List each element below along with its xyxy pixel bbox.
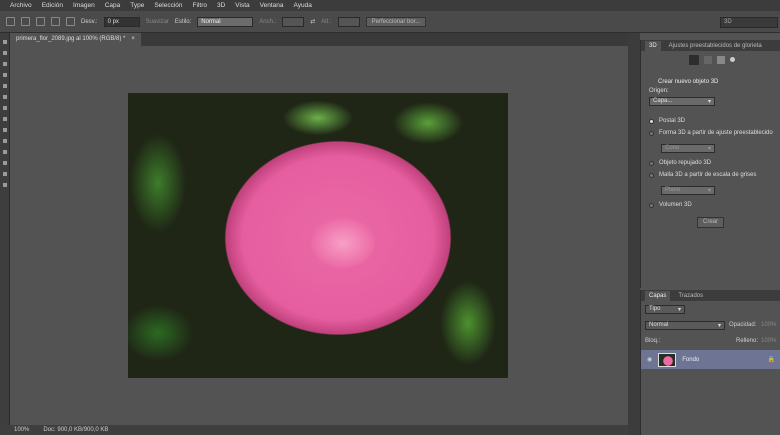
option-label: Malla 3D a partir de escala de grises	[659, 172, 757, 178]
pen-tool-icon[interactable]	[3, 150, 7, 154]
tab-3d[interactable]: 3D	[645, 40, 661, 51]
tab-capas[interactable]: Capas	[645, 290, 671, 301]
options-bar: Desv.: 0 px Suavizar Estilo: Normal Anch…	[0, 11, 780, 33]
eyedropper-tool-icon[interactable]	[3, 95, 7, 99]
option-label: Forma 3D a partir de ajuste preestableci…	[659, 130, 773, 136]
quick-select-tool-icon[interactable]	[3, 73, 7, 77]
height-label: Alt.:	[321, 18, 332, 25]
option-label: Objeto repujado 3D	[659, 160, 712, 166]
menu-imagen[interactable]: Imagen	[73, 2, 95, 9]
document-tab[interactable]: primera_flor_2089.jpg al 100% (RGB/8) * …	[10, 33, 141, 46]
new-selection-icon[interactable]	[21, 17, 30, 26]
style-select[interactable]: Normal	[197, 16, 254, 27]
menu-archivo[interactable]: Archivo	[10, 2, 32, 9]
kind-value: Tipo	[649, 306, 661, 312]
opacity-input[interactable]: 100%	[761, 322, 776, 328]
radio-postal[interactable]	[649, 118, 654, 124]
3d-panel: 3D Ajustes preestablecidos de glorieta C…	[640, 40, 780, 288]
close-tab-icon[interactable]: ×	[131, 36, 135, 43]
workspace-select[interactable]: 3D	[720, 17, 778, 28]
material-icon[interactable]	[717, 56, 725, 64]
gradient-tool-icon[interactable]	[3, 139, 7, 143]
fill-input[interactable]: 100%	[761, 338, 776, 344]
refine-edge-button[interactable]: Perfeccionar bor...	[365, 16, 427, 27]
feather-input[interactable]: 0 px	[103, 16, 140, 27]
preset-mesh-select[interactable]: Plano ▾	[661, 186, 715, 195]
crop-tool-icon[interactable]	[3, 84, 7, 88]
origin-select[interactable]: Capa... ▾	[649, 97, 715, 106]
width-label: Anch.:	[259, 18, 277, 25]
kind-filter[interactable]: Tipo ▾	[645, 305, 685, 314]
preset-shape-select[interactable]: Cono ▾	[661, 144, 715, 153]
origin-value: Capa...	[653, 98, 673, 104]
create-button[interactable]: Crear	[697, 217, 725, 228]
intersect-selection-icon[interactable]	[66, 17, 75, 26]
radio-malla[interactable]	[649, 172, 654, 178]
menu-capa[interactable]: Capa	[105, 2, 121, 9]
origin-label: Origen:	[649, 88, 669, 94]
opacity-label: Opacidad:	[729, 322, 757, 328]
menu-ayuda[interactable]: Ayuda	[294, 2, 312, 9]
radio-repujado[interactable]	[649, 160, 654, 166]
layers-panel: Capas Trazados Tipo ▾ Normal ▾ Opacidad: 1…	[640, 290, 780, 435]
eraser-tool-icon[interactable]	[3, 128, 7, 132]
document-tabs: primera_flor_2089.jpg al 100% (RGB/8) * …	[10, 33, 638, 46]
smooth-checkbox[interactable]: Suavizar	[146, 19, 169, 25]
option-label: Volumen 3D	[659, 202, 692, 208]
feather-label: Desv.:	[81, 18, 98, 25]
blend-value: Normal	[649, 322, 669, 328]
status-bar: 100% Doc: 900,0 KB/900,0 KB	[0, 425, 638, 435]
height-input[interactable]	[337, 16, 360, 27]
visibility-eye-icon[interactable]: ◉	[647, 356, 652, 363]
fill-label: Relleno:	[736, 338, 759, 344]
width-input[interactable]	[282, 16, 305, 27]
layer-name: Fondo	[682, 356, 700, 363]
panel-dock	[628, 33, 640, 435]
swap-icon[interactable]: ⇄	[310, 18, 315, 25]
option-label: Postal 3D	[659, 118, 686, 124]
tab-trazados[interactable]: Trazados	[678, 293, 703, 299]
document-title: primera_flor_2089.jpg al 100% (RGB/8) *	[16, 36, 126, 42]
panel-subtitle: Ajustes preestablecidos de glorieta	[668, 42, 762, 49]
add-selection-icon[interactable]	[36, 17, 45, 26]
menu-type[interactable]: Type	[130, 2, 144, 9]
flower-image[interactable]	[128, 93, 508, 378]
lasso-tool-icon[interactable]	[3, 62, 7, 66]
subtract-selection-icon[interactable]	[51, 17, 60, 26]
brush-tool-icon[interactable]	[3, 106, 7, 110]
mesh-icon[interactable]	[704, 56, 712, 64]
blend-mode-select[interactable]: Normal ▾	[645, 321, 725, 330]
style-label: Estilo:	[174, 18, 192, 25]
menu-seleccion[interactable]: Selección	[154, 2, 182, 9]
tools-panel	[0, 33, 10, 425]
lock-icon: 🔒	[767, 357, 775, 363]
menu-bar: Archivo Edición Imagen Capa Type Selecci…	[0, 0, 780, 11]
type-tool-icon[interactable]	[3, 161, 7, 165]
radio-forma[interactable]	[649, 130, 654, 136]
menu-vista[interactable]: Vista	[235, 2, 249, 9]
doc-size: Doc: 900,0 KB/900,0 KB	[43, 427, 109, 433]
zoom-tool-icon[interactable]	[3, 183, 7, 187]
move-tool-icon[interactable]	[3, 40, 7, 44]
stamp-tool-icon[interactable]	[3, 117, 7, 121]
menu-3d[interactable]: 3D	[217, 2, 225, 9]
layer-thumbnail	[658, 352, 677, 367]
scene-icon[interactable]	[689, 55, 699, 65]
lock-label: Bloq.:	[645, 338, 661, 344]
preset-shape-value: Cono	[665, 145, 680, 151]
menu-filtro[interactable]: Filtro	[193, 2, 207, 9]
radio-volumen[interactable]	[649, 202, 654, 208]
marquee-tool-icon[interactable]	[6, 17, 15, 26]
menu-ventana[interactable]: Ventana	[260, 2, 284, 9]
light-icon[interactable]	[730, 57, 735, 62]
zoom-level[interactable]: 100%	[14, 427, 29, 433]
create-heading: Crear nuevo objeto 3D	[658, 79, 719, 85]
menu-edicion[interactable]: Edición	[42, 2, 63, 9]
preset-mesh-value: Plano	[665, 187, 681, 193]
hand-tool-icon[interactable]	[3, 172, 7, 176]
layer-row[interactable]: ◉ Fondo 🔒	[641, 350, 780, 369]
marquee-tool-icon[interactable]	[3, 51, 7, 55]
